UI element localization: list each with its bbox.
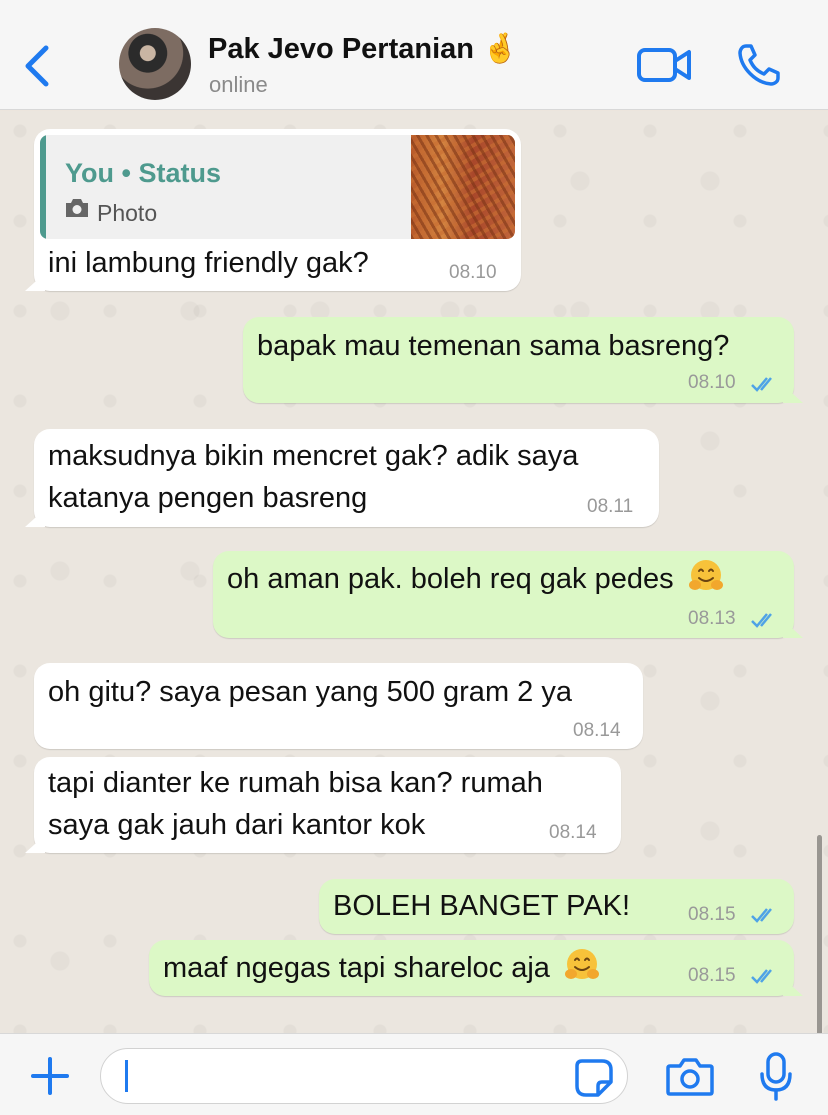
sticker-icon[interactable] <box>574 1058 614 1098</box>
message-line: maksudnya bikin mencret gak? adik saya <box>48 440 579 472</box>
message-text: oh aman pak. boleh req gak pedes <box>227 558 724 600</box>
hugging-face-emoji <box>688 560 723 590</box>
read-receipt-icon <box>751 969 772 984</box>
read-receipt-icon <box>751 908 772 923</box>
message-input[interactable] <box>100 1048 628 1104</box>
message-outgoing[interactable]: bapak mau temenan sama basreng? 08.10 <box>243 317 794 403</box>
chat-header: Pak Jevo Pertanian 🤞 online <box>0 0 828 110</box>
back-chevron-icon[interactable] <box>20 42 56 90</box>
message-time: 08.15 <box>688 965 736 986</box>
camera-icon <box>66 199 88 217</box>
text-cursor <box>125 1060 128 1092</box>
crossed-fingers-emoji: 🤞 <box>482 33 519 65</box>
message-text: ini lambung friendly gak? <box>48 247 369 279</box>
message-line: tapi dianter ke rumah bisa kan? rumah <box>48 767 543 799</box>
hugging-face-emoji <box>564 949 599 979</box>
contact-name-text: Pak Jevo Pertanian <box>208 33 474 65</box>
contact-status: online <box>209 72 268 97</box>
read-receipt-icon <box>751 377 772 392</box>
contact-avatar[interactable] <box>119 28 191 100</box>
message-outgoing[interactable]: BOLEH BANGET PAK! 08.15 <box>319 879 794 934</box>
quote-type: Photo <box>97 200 158 226</box>
message-text: oh gitu? saya pesan yang 500 gram 2 ya <box>48 676 572 708</box>
read-receipt-icon <box>751 613 772 628</box>
message-outgoing[interactable]: maaf ngegas tapi shareloc aja 08.15 <box>149 940 794 996</box>
message-time: 08.11 <box>587 496 634 517</box>
composer-bar <box>0 1033 828 1115</box>
message-text: maaf ngegas tapi shareloc aja <box>163 947 600 989</box>
message-time: 08.10 <box>688 372 736 393</box>
quote-title: You • Status <box>65 158 221 188</box>
message-line: saya gak jauh dari kantor kok <box>48 809 426 841</box>
video-call-icon[interactable] <box>636 44 692 86</box>
message-text-content: oh aman pak. boleh req gak pedes <box>227 563 674 595</box>
message-text: BOLEH BANGET PAK! <box>333 890 631 922</box>
plus-icon[interactable] <box>30 1056 70 1096</box>
message-incoming[interactable]: maksudnya bikin mencret gak? adik saya k… <box>34 429 659 527</box>
message-time: 08.15 <box>688 904 736 925</box>
message-text: bapak mau temenan sama basreng? <box>257 330 730 362</box>
message-time: 08.14 <box>549 822 597 843</box>
chat-area[interactable]: You • Status Photo ini lambung friendly … <box>0 111 828 1115</box>
status-photo-thumbnail[interactable] <box>411 135 515 239</box>
message-incoming[interactable]: oh gitu? saya pesan yang 500 gram 2 ya 0… <box>34 663 643 749</box>
message-time: 08.10 <box>449 262 497 283</box>
message-time: 08.13 <box>688 608 736 629</box>
message-time: 08.14 <box>573 720 621 741</box>
microphone-icon[interactable] <box>758 1052 794 1102</box>
camera-icon[interactable] <box>666 1056 714 1098</box>
contact-name[interactable]: Pak Jevo Pertanian 🤞 <box>208 32 518 66</box>
quote-accent-bar <box>40 135 46 239</box>
message-text-content: maaf ngegas tapi shareloc aja <box>163 952 550 984</box>
message-incoming[interactable]: You • Status Photo ini lambung friendly … <box>34 129 521 291</box>
quoted-status[interactable]: You • Status Photo <box>40 135 515 239</box>
message-incoming[interactable]: tapi dianter ke rumah bisa kan? rumah sa… <box>34 757 621 853</box>
message-outgoing[interactable]: oh aman pak. boleh req gak pedes 08.13 <box>213 551 794 638</box>
message-line: katanya pengen basreng <box>48 482 368 514</box>
phone-call-icon[interactable] <box>736 42 782 88</box>
